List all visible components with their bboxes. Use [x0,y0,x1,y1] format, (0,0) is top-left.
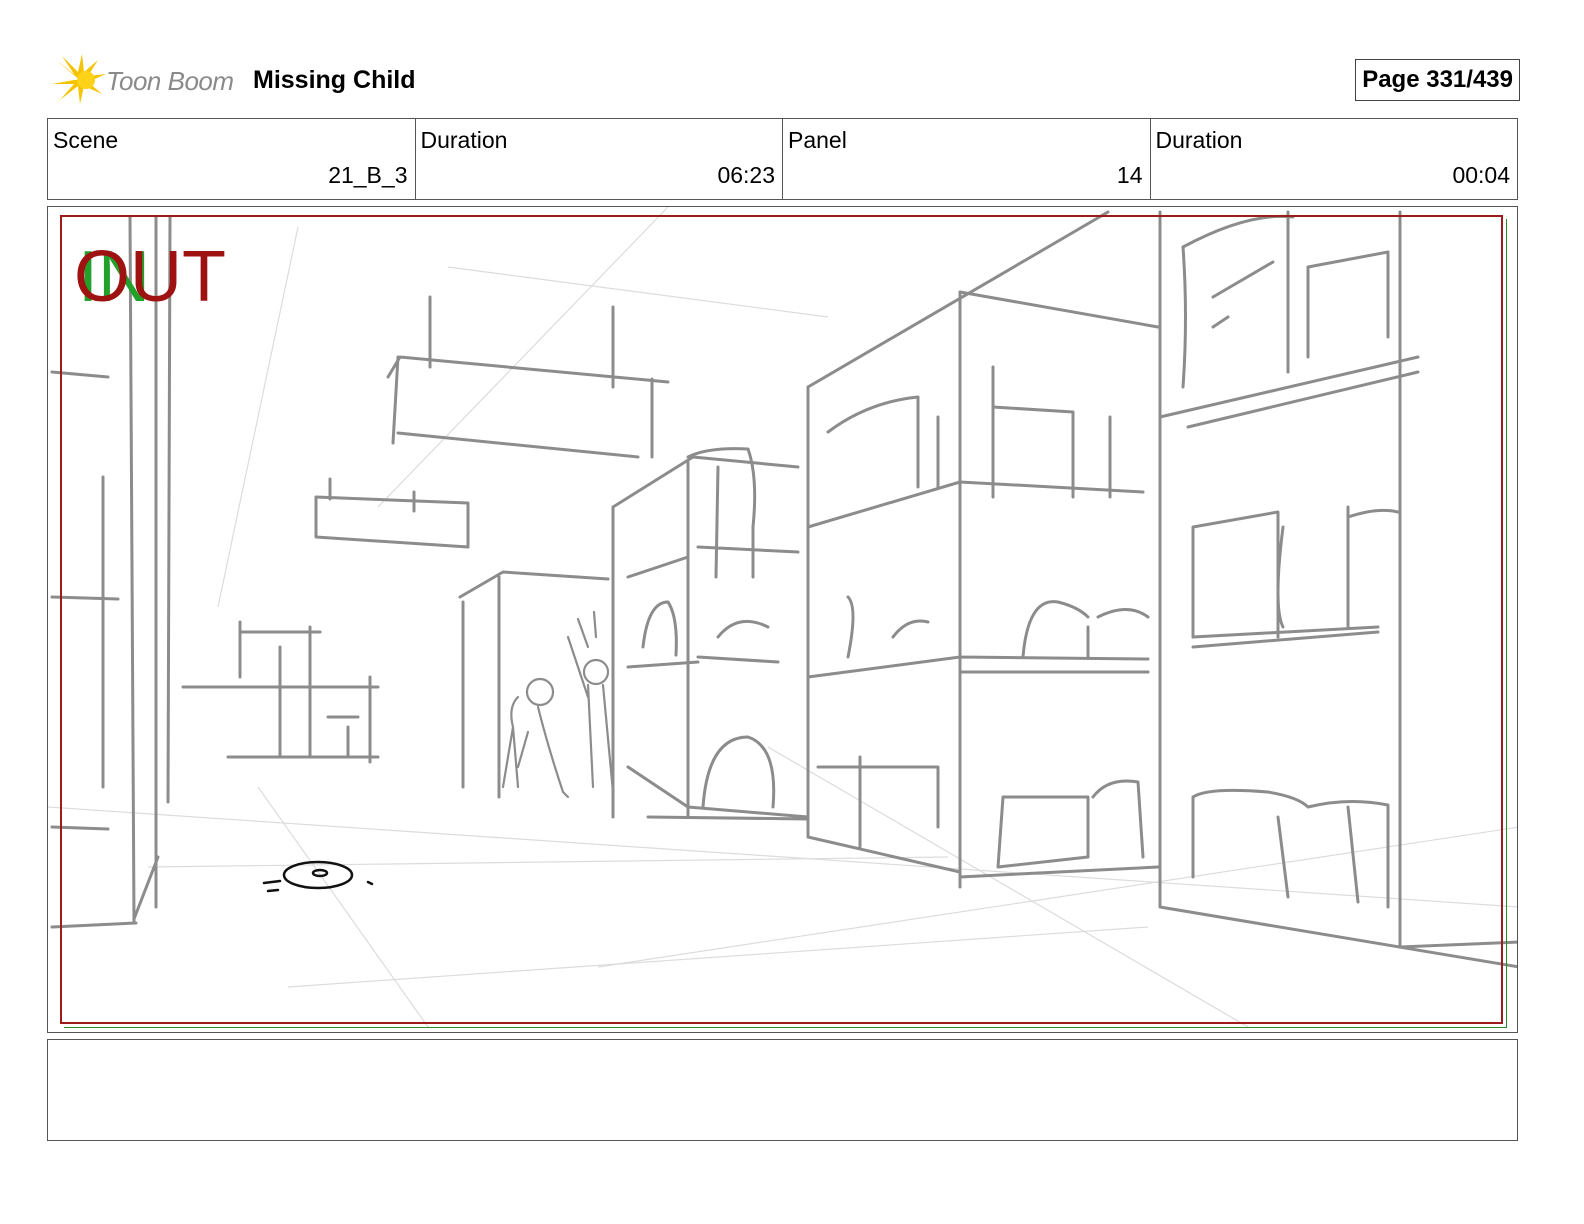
safe-frame-red [60,215,1503,1024]
page-header: Toon Boom Missing Child Page 331/439 [48,52,1520,108]
scene-duration-cell: Duration 06:23 [416,119,783,199]
scene-duration-label: Duration [420,127,508,153]
storyboard-panel: IN OUT [47,206,1518,1033]
starburst-icon [52,54,106,104]
project-title: Missing Child [253,66,416,94]
scene-label: Scene [53,127,119,153]
page-counter: Page 331/439 [1355,59,1520,101]
out-marker: OUT [74,237,226,317]
in-out-marker: IN OUT [74,237,244,317]
panel-duration-cell: Duration 00:04 [1151,119,1518,199]
scene-value: 21_B_3 [328,162,408,188]
panel-duration-label: Duration [1155,127,1243,153]
scene-duration-value: 06:23 [717,162,775,188]
toon-boom-logo: Toon Boom [52,54,242,106]
panel-duration-value: 00:04 [1452,162,1510,188]
panel-label: Panel [788,127,847,153]
panel-notes [47,1039,1518,1141]
panel-value: 14 [1116,162,1143,188]
scene-cell: Scene 21_B_3 [48,119,416,199]
logo-text: Toon Boom [106,66,234,96]
panel-cell: Panel 14 [783,119,1151,199]
panel-info-table: Scene 21_B_3 Duration 06:23 Panel 14 Dur… [47,118,1518,200]
